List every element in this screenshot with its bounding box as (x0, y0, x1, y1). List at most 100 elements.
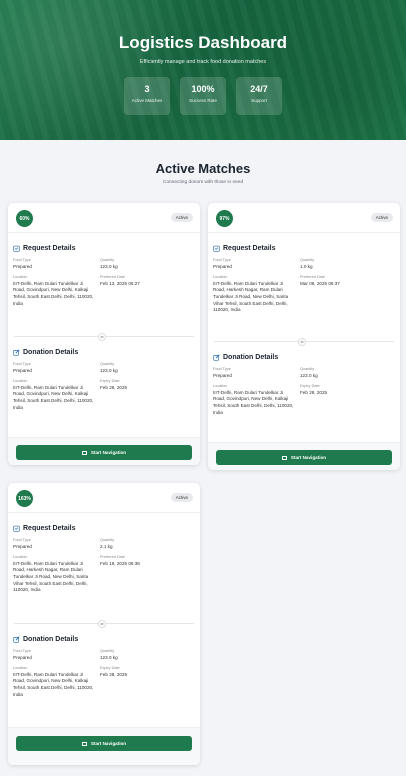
match-divider: ⇄ (14, 332, 194, 341)
location-value: IIIT-Delhi, Ram Dulari Tundelkar Ji Road… (213, 389, 294, 415)
start-navigation-label: Start Navigation (90, 741, 127, 746)
stat-value: 100% (191, 84, 215, 94)
clipboard-icon (13, 245, 20, 252)
location-label: Location (13, 666, 28, 671)
link-icon: ⇄ (98, 332, 106, 341)
status-badge: Active (370, 213, 393, 222)
request-details: Request Details Food Type Prepared Quanti… (13, 245, 195, 312)
preferred-date-value: Mar 08, 2025 06:37 (300, 280, 340, 286)
link-icon: ⇄ (298, 337, 306, 346)
request-details-title: Request Details (223, 245, 276, 252)
donation-details-heading: Donation Details (13, 349, 195, 356)
donation-details: Donation Details Food Type Prepared Quant… (13, 636, 195, 703)
match-card: 97% Active Request Details Food Type Prep… (208, 203, 400, 470)
status-badge: Active (170, 493, 193, 502)
location-label: Location (13, 555, 28, 560)
start-navigation-label: Start Navigation (90, 450, 127, 455)
food-type-label: Food Type (13, 362, 31, 366)
donation-details: Donation Details Food Type Prepared Quant… (213, 354, 395, 421)
expiry-date-value: Feb 28, 2025 (100, 384, 128, 390)
stats-row: 3 Active Matches 100% Success Rate 24/7 … (0, 77, 406, 115)
start-navigation-button[interactable]: Start Navigation (16, 445, 192, 460)
status-badge: Active (170, 213, 193, 222)
preferred-date-label: Preferred Date (100, 275, 125, 280)
start-navigation-label: Start Navigation (290, 455, 327, 460)
donation-details-title: Donation Details (223, 354, 279, 361)
quantity-value: 1.0 kg (300, 263, 313, 269)
card-footer: Start Navigation (208, 442, 400, 470)
stat-support: 24/7 Support (236, 77, 282, 115)
start-navigation-button[interactable]: Start Navigation (16, 736, 192, 751)
match-divider: ⇄ (214, 337, 394, 346)
request-details-heading: Request Details (13, 245, 195, 252)
food-type-value: Prepared (13, 543, 32, 549)
stat-label: Success Rate (189, 98, 217, 103)
expiry-date-label: Expiry Date (100, 666, 120, 671)
food-type-label: Food Type (13, 649, 31, 653)
match-divider: ⇄ (14, 619, 194, 628)
food-type-label: Food Type (13, 538, 31, 542)
edit-icon (213, 354, 220, 361)
card-header: 163% Active (8, 483, 200, 513)
quantity-label: Quantity (100, 649, 115, 653)
start-navigation-button[interactable]: Start Navigation (216, 450, 392, 465)
quantity-label: Quantity (300, 367, 315, 371)
edit-icon (13, 636, 20, 643)
request-details-heading: Request Details (13, 525, 195, 532)
location-label: Location (213, 384, 228, 389)
preferred-date-label: Preferred Date (100, 555, 125, 560)
location-label: Location (213, 275, 228, 280)
donation-details-title: Donation Details (23, 349, 79, 356)
quantity-value: 123.0 kg (100, 367, 118, 373)
location-value: IIIT-Delhi, Ram Dulari Tundelkar Ji Road… (13, 384, 94, 410)
card-footer: Start Navigation (8, 437, 200, 465)
card-header: 97% Active (208, 203, 400, 233)
section-subtitle: Connecting donors with those in need (162, 180, 244, 185)
location-label: Location (13, 275, 28, 280)
quantity-value: 2.1 kg (100, 543, 113, 549)
quantity-label: Quantity (300, 258, 315, 262)
food-type-label: Food Type (213, 367, 231, 371)
page-title: Logistics Dashboard (118, 33, 288, 52)
location-value: IIIT-Delhi, Ram Dulari Tundelkar Ji Road… (213, 280, 289, 313)
preferred-date-value: Feb 13, 2025 06:27 (100, 280, 140, 286)
map-icon (81, 741, 87, 746)
donation-details-heading: Donation Details (13, 636, 195, 643)
location-value: IIIT-Delhi, Ram Dulari Tundelkar Ji Road… (13, 560, 89, 593)
card-header: 60% Active (8, 203, 200, 233)
quantity-value: 123.0 kg (100, 263, 118, 269)
expiry-date-value: Feb 28, 2025 (100, 671, 128, 677)
quantity-value: 123.0 kg (100, 654, 118, 660)
request-details-title: Request Details (23, 245, 76, 252)
stat-success-rate: 100% Success Rate (180, 77, 226, 115)
link-icon: ⇄ (98, 619, 106, 628)
location-value: IIIT-Delhi, Ram Dulari Tundelkar Ji Road… (13, 280, 94, 306)
request-details: Request Details Food Type Prepared Quanti… (13, 525, 195, 599)
match-card: 60% Active Request Details Food Type Prep… (8, 203, 200, 465)
clipboard-icon (213, 245, 220, 252)
map-icon (81, 450, 87, 455)
location-label: Location (13, 379, 28, 384)
stat-label: Active Matches (131, 98, 163, 103)
clipboard-icon (13, 525, 20, 532)
stat-active-matches: 3 Active Matches (124, 77, 170, 115)
card-footer: Start Navigation (8, 727, 200, 765)
stat-label: Support (251, 98, 267, 103)
preferred-date-value: Feb 19, 2025 06:38 (100, 560, 140, 566)
preferred-date-label: Preferred Date (300, 275, 325, 280)
quantity-label: Quantity (100, 362, 115, 366)
match-card: 163% Active Request Details Food Type Pre… (8, 483, 200, 765)
food-type-value: Prepared (13, 367, 32, 373)
quantity-value: 123.0 kg (300, 372, 318, 378)
expiry-date-label: Expiry Date (300, 384, 320, 389)
food-type-label: Food Type (13, 258, 31, 262)
donation-details: Donation Details Food Type Prepared Quant… (13, 349, 195, 416)
hero-banner: Logistics Dashboard Efficiently manage a… (0, 0, 406, 140)
expiry-date-label: Expiry Date (100, 379, 120, 384)
request-details: Request Details Food Type Prepared Quanti… (213, 245, 395, 319)
food-type-value: Prepared (13, 263, 32, 269)
match-score-badge: 97% (216, 210, 233, 227)
quantity-label: Quantity (100, 538, 115, 542)
food-type-value: Prepared (213, 263, 232, 269)
donation-details-title: Donation Details (23, 636, 79, 643)
